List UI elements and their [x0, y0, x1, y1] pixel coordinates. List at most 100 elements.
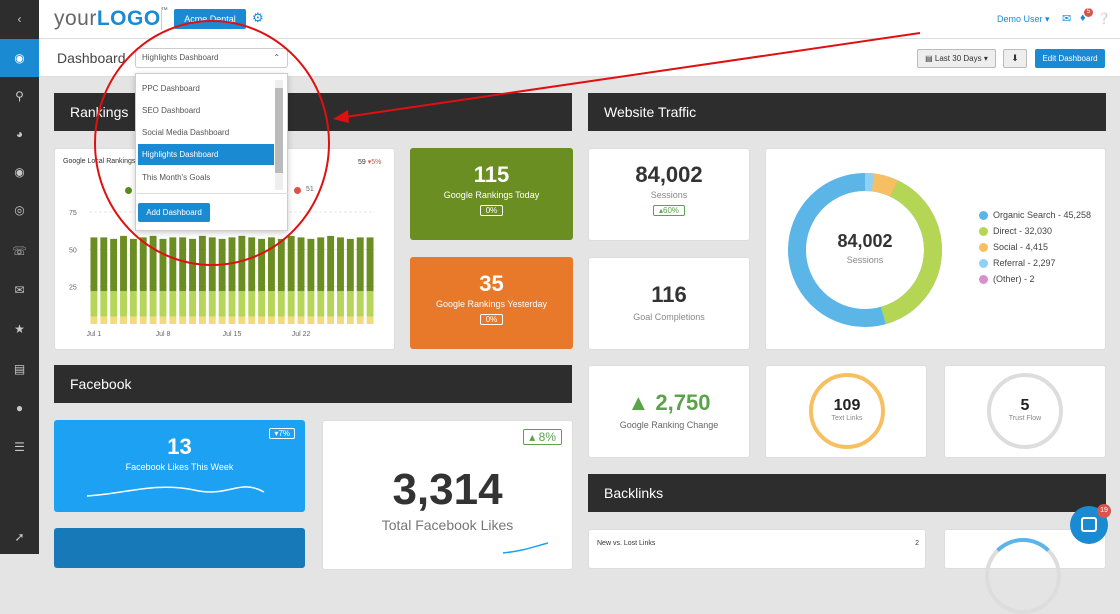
dropdown-item-social-media[interactable]: Social Media Dashboard: [138, 122, 274, 143]
bar-segment: [110, 291, 118, 317]
sidebar: ‹ ◉ ⚲ ◕ ◉ ◎ ☏ ✉ ★ ▤ ● ☰ ➚: [0, 0, 39, 554]
dashboard-dropdown: PPC Dashboard SEO Dashboard Social Media…: [135, 73, 288, 231]
sidebar-item-social[interactable]: ◎: [0, 191, 39, 229]
scrollbar-thumb[interactable]: [275, 88, 283, 173]
sidebar-item-dashboard[interactable]: ◉: [0, 39, 39, 77]
sidebar-item-calls[interactable]: ☏: [0, 232, 39, 270]
collapse-sidebar-icon[interactable]: ‹: [0, 0, 39, 38]
bar-segment: [90, 291, 98, 317]
bar-segment: [179, 316, 187, 324]
gear-icon[interactable]: ⚙: [252, 10, 264, 26]
dropdown-item-monthly-goals[interactable]: This Month's Goals: [138, 167, 274, 188]
sessions-card: 84,002 Sessions ▴60%: [588, 148, 750, 241]
facebook-week-value: 13: [167, 434, 192, 459]
dropdown-item-seo[interactable]: SEO Dashboard: [138, 100, 274, 121]
chat-icon: [1081, 517, 1097, 532]
add-dashboard-button[interactable]: Add Dashboard: [138, 203, 210, 222]
sessions-label: Sessions: [650, 190, 688, 200]
rankings-yesterday-change: 0%: [479, 314, 504, 325]
new-lost-value: 2: [915, 540, 919, 547]
sessions-change: ▴60%: [652, 205, 686, 216]
bar-segment: [100, 237, 108, 292]
bar-segment: [277, 316, 285, 324]
bar-segment: [179, 237, 187, 292]
facebook-week-sparkline: [86, 486, 265, 497]
bar-segment: [297, 316, 305, 324]
bar-segment: [90, 237, 98, 292]
bar-segment: [139, 291, 147, 317]
trust-flow-card: 5 Trust Flow: [944, 365, 1106, 458]
bar-segment: [139, 237, 147, 292]
bar-segment: [169, 291, 177, 317]
bar-segment: [169, 237, 177, 292]
chevron-up-icon: ⌃: [273, 53, 280, 62]
date-range-button[interactable]: ▤ Last 30 Days ▾: [917, 49, 996, 68]
sidebar-item-tasks[interactable]: ☰: [0, 428, 39, 466]
bar-segment: [248, 291, 256, 317]
page-title: Dashboard: [57, 50, 126, 66]
chat-icon[interactable]: ✉: [1062, 12, 1071, 25]
edit-dashboard-button[interactable]: Edit Dashboard: [1035, 49, 1105, 68]
chat-badge: 19: [1097, 504, 1111, 518]
facebook-total-label: Total Facebook Likes: [381, 517, 514, 533]
sidebar-item-messages[interactable]: ◉: [0, 153, 39, 191]
bar-segment: [238, 291, 246, 317]
rankings-header: Rankings: [54, 93, 572, 131]
new-lost-links-card: New vs. Lost Links 2: [588, 529, 926, 569]
bar-segment: [110, 238, 118, 292]
rankings-yesterday-label: Google Rankings Yesterday: [435, 299, 548, 309]
rankings-today-value: 115: [473, 162, 510, 187]
bar-segment: [120, 316, 127, 324]
bar-segment: [129, 238, 137, 292]
bar-segment: [307, 316, 315, 324]
user-menu[interactable]: Demo User ▾: [997, 14, 1050, 25]
rankings-today-change: 0%: [479, 205, 504, 216]
bar-segment: [149, 316, 157, 324]
bar-segment: [159, 291, 167, 317]
x-tick-label: Jul 8: [156, 331, 171, 338]
text-links-card: 109 Text Links: [765, 365, 927, 458]
facebook-week-label: Facebook Likes This Week: [125, 462, 234, 472]
dropdown-item-highlights[interactable]: Highlights Dashboard: [138, 144, 274, 165]
bar-segment: [317, 316, 325, 324]
client-button[interactable]: Acme Dental: [174, 9, 246, 29]
bar-segment: [218, 316, 226, 324]
sidebar-item-documents[interactable]: ▤: [0, 350, 39, 388]
text-links-gauge: 109 Text Links: [809, 373, 885, 449]
sidebar-item-users[interactable]: ●: [0, 389, 39, 427]
sidebar-item-search[interactable]: ⚲: [0, 77, 39, 115]
goals-label: Goal Completions: [633, 312, 705, 322]
help-icon[interactable]: ❔: [1097, 12, 1111, 25]
bar-segment: [346, 316, 354, 324]
legend-item: Social - 4,415: [979, 239, 1091, 255]
bar-segment: [366, 291, 374, 317]
dashboard-bar: Dashboard Highlights Dashboard ⌃ ▤ Last 3…: [39, 39, 1120, 77]
traffic-header: Website Traffic: [588, 93, 1106, 131]
sessions-value: 84,002: [635, 162, 703, 187]
dashboard-select[interactable]: Highlights Dashboard ⌃: [135, 48, 288, 68]
sidebar-item-email[interactable]: ✉: [0, 271, 39, 309]
bar-segment: [287, 291, 295, 317]
x-tick-label: Jul 15: [223, 331, 242, 338]
facebook-bottom-tile: [54, 528, 305, 568]
sidebar-item-tools[interactable]: ➚: [0, 518, 39, 556]
top-bar: yourLOGO™ Acme Dental ⚙ Demo User ▾ ✉ ♦ …: [39, 0, 1120, 39]
facebook-week-tile: ▾7% 13 Facebook Likes This Week: [54, 420, 305, 512]
sidebar-item-favorites[interactable]: ★: [0, 310, 39, 348]
bar-segment: [179, 291, 187, 317]
x-tick-label: Jul 1: [87, 331, 102, 338]
dropdown-item-ppc[interactable]: PPC Dashboard: [138, 78, 274, 99]
trust-flow-label: Trust Flow: [1008, 415, 1042, 422]
trust-flow-gauge: 5 Trust Flow: [987, 373, 1063, 449]
bar-segment: [248, 316, 256, 324]
download-icon[interactable]: ⬇: [1003, 49, 1027, 68]
sidebar-item-reports[interactable]: ◕: [0, 115, 39, 153]
bar-segment: [287, 316, 295, 324]
bar-segment: [198, 235, 206, 292]
bar-segment: [198, 316, 206, 324]
dropdown-scrollbar[interactable]: [275, 80, 283, 190]
facebook-total-sparkline: [502, 542, 549, 554]
y-tick-label: 75: [69, 210, 77, 217]
donut-center-value: 84,002: [837, 231, 893, 251]
bar-segment: [356, 316, 364, 324]
